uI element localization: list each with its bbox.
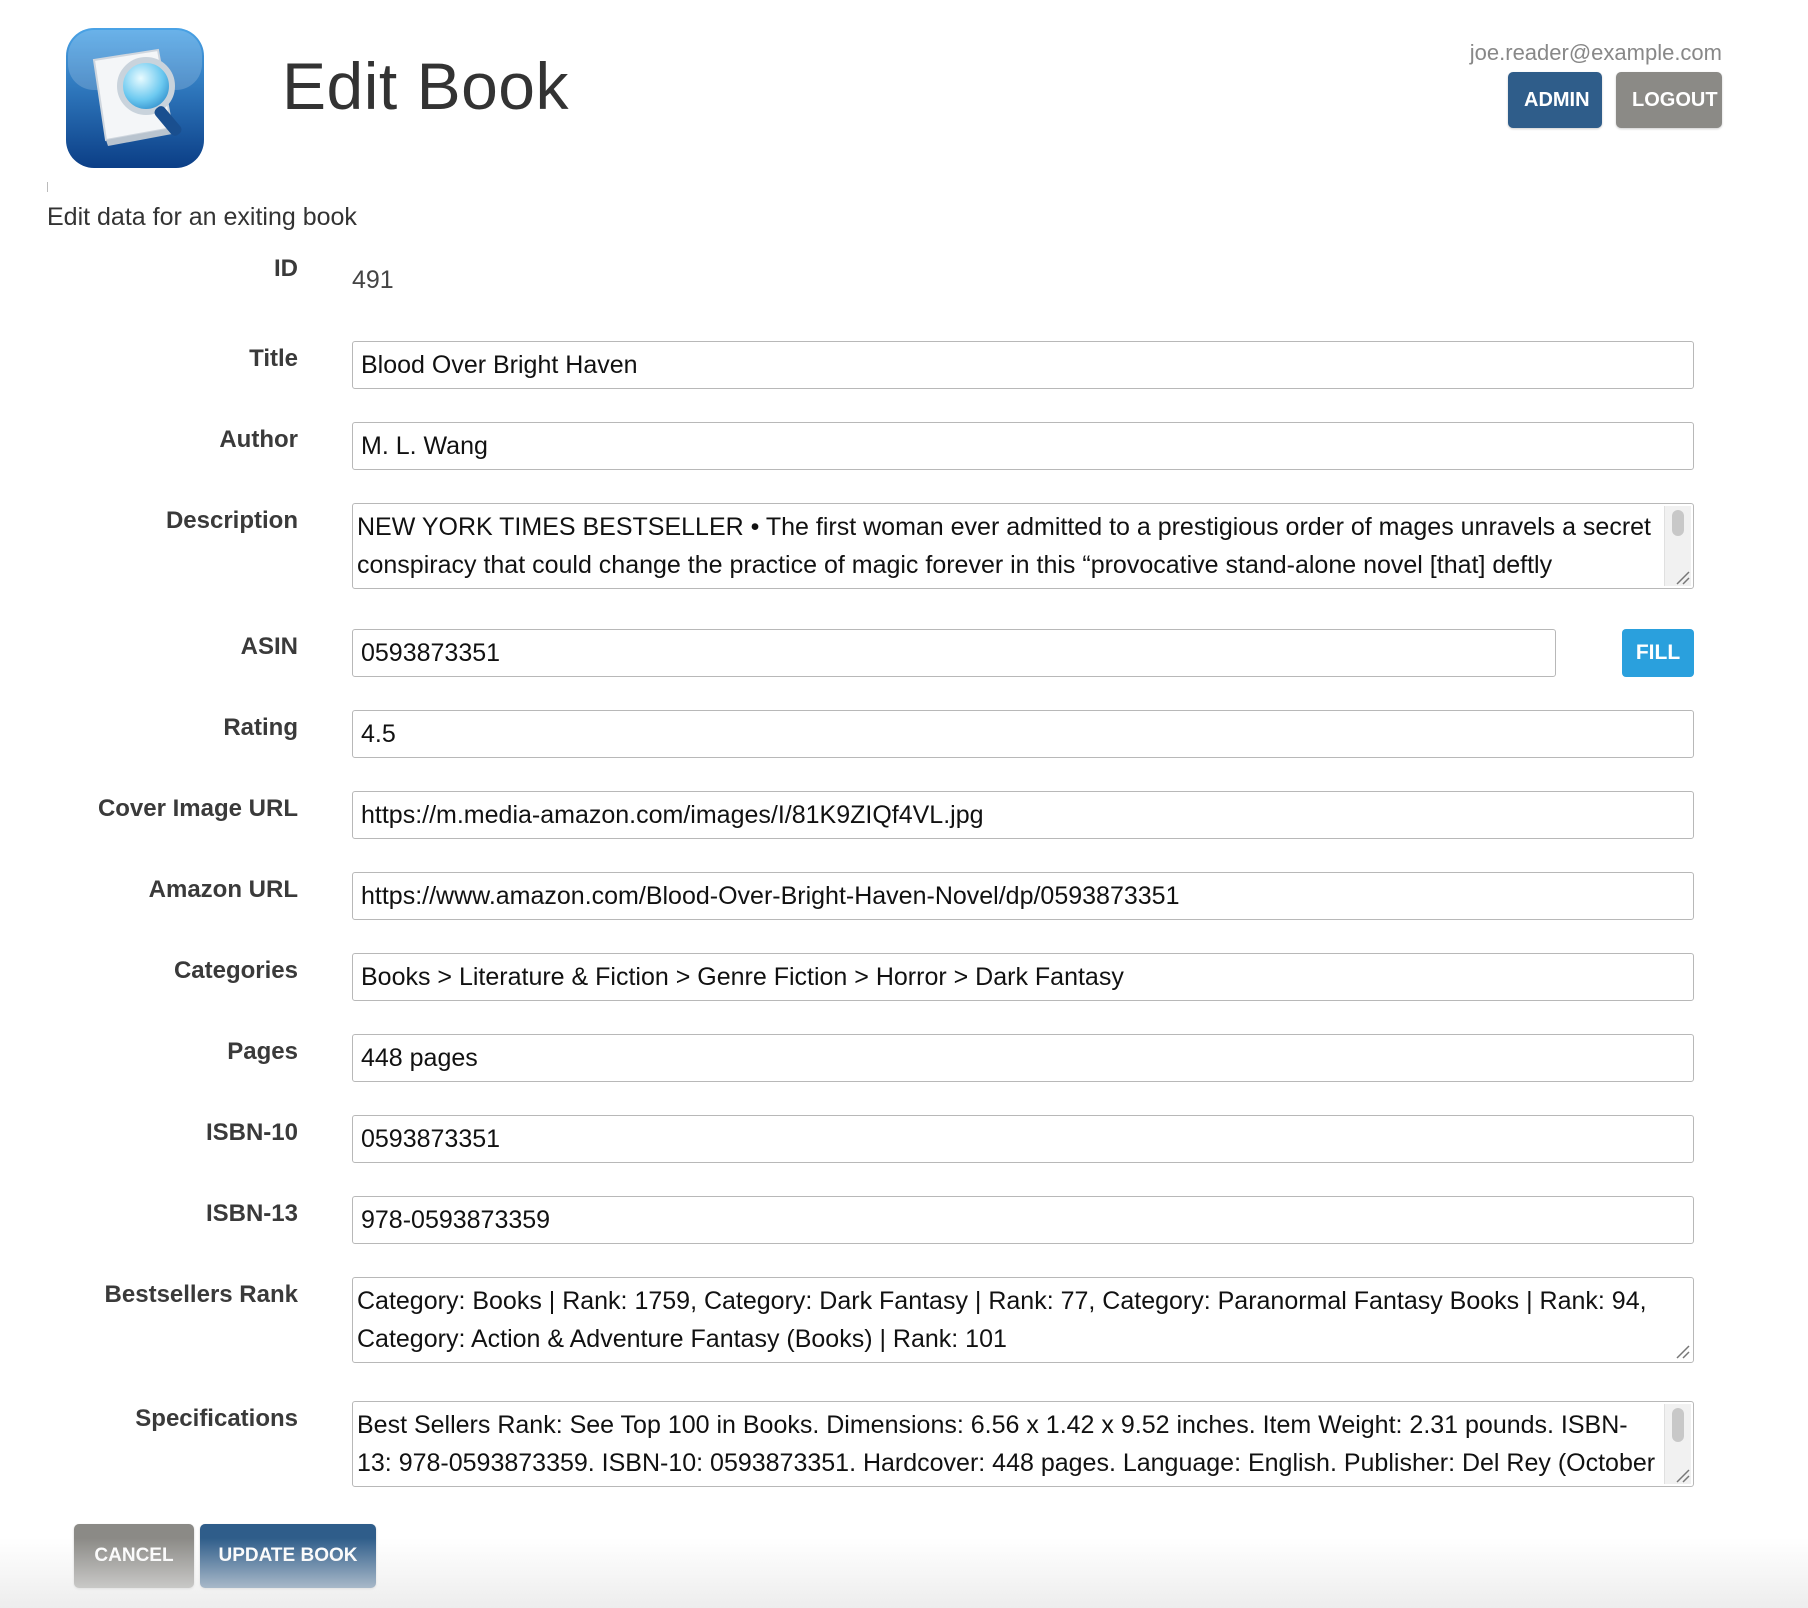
scrollbar-thumb[interactable] bbox=[1672, 1408, 1684, 1442]
header-actions: ADMIN LOGOUT bbox=[1508, 72, 1722, 128]
isbn13-input[interactable] bbox=[352, 1196, 1694, 1244]
isbn10-input[interactable] bbox=[352, 1115, 1694, 1163]
edit-book-page: Edit Book joe.reader@example.com ADMIN L… bbox=[0, 0, 1808, 1608]
update-book-button[interactable]: UPDATE BOOK bbox=[200, 1524, 376, 1588]
pages-input[interactable] bbox=[352, 1034, 1694, 1082]
isbn13-label: ISBN-13 bbox=[205, 1200, 298, 1227]
rating-label: Rating bbox=[223, 714, 298, 741]
asin-label: ASIN bbox=[240, 633, 298, 660]
isbn10-label: ISBN-10 bbox=[205, 1119, 298, 1146]
amazon-url-label: Amazon URL bbox=[148, 876, 298, 903]
description-label: Description bbox=[165, 507, 298, 534]
cover-image-url-label: Cover Image URL bbox=[97, 795, 298, 822]
scrollbar-thumb[interactable] bbox=[1672, 510, 1684, 536]
asin-input[interactable] bbox=[352, 629, 1556, 677]
cover-image-url-input[interactable] bbox=[352, 791, 1694, 839]
resize-grip-icon[interactable] bbox=[1674, 569, 1690, 585]
page-title: Edit Book bbox=[282, 49, 569, 123]
pages-label: Pages bbox=[227, 1038, 298, 1065]
user-email: joe.reader@example.com bbox=[1469, 40, 1722, 65]
description-text: NEW YORK TIMES BESTSELLER • The first wo… bbox=[357, 513, 1652, 579]
id-label: ID bbox=[274, 255, 298, 282]
author-label: Author bbox=[219, 426, 298, 453]
divider bbox=[47, 182, 48, 192]
categories-input[interactable] bbox=[352, 953, 1694, 1001]
fill-button[interactable]: FILL bbox=[1622, 629, 1694, 677]
form-actions: CANCEL UPDATE BOOK bbox=[74, 1524, 376, 1588]
amazon-url-input[interactable] bbox=[352, 872, 1694, 920]
author-input[interactable] bbox=[352, 422, 1694, 470]
categories-label: Categories bbox=[173, 957, 298, 984]
title-input[interactable] bbox=[352, 341, 1694, 389]
logout-button[interactable]: LOGOUT bbox=[1616, 72, 1722, 128]
book-search-icon bbox=[60, 24, 212, 176]
bestsellers-rank-textarea[interactable]: Category: Books | Rank: 1759, Category: … bbox=[352, 1277, 1694, 1363]
id-value: 491 bbox=[352, 266, 394, 294]
cancel-button[interactable]: CANCEL bbox=[74, 1524, 194, 1588]
resize-grip-icon[interactable] bbox=[1674, 1343, 1690, 1359]
rating-input[interactable] bbox=[352, 710, 1694, 758]
specifications-label: Specifications bbox=[135, 1405, 298, 1432]
bestsellers-rank-text: Category: Books | Rank: 1759, Category: … bbox=[357, 1287, 1647, 1353]
description-textarea[interactable]: NEW YORK TIMES BESTSELLER • The first wo… bbox=[352, 503, 1694, 589]
bestsellers-rank-label: Bestsellers Rank bbox=[104, 1281, 298, 1308]
specifications-text: Best Sellers Rank: See Top 100 in Books.… bbox=[357, 1411, 1656, 1477]
specifications-textarea[interactable]: Best Sellers Rank: See Top 100 in Books.… bbox=[352, 1401, 1694, 1487]
admin-button[interactable]: ADMIN bbox=[1508, 72, 1602, 128]
resize-grip-icon[interactable] bbox=[1674, 1467, 1690, 1483]
page-subtitle: Edit data for an exiting book bbox=[47, 203, 357, 231]
title-label: Title bbox=[249, 345, 298, 372]
